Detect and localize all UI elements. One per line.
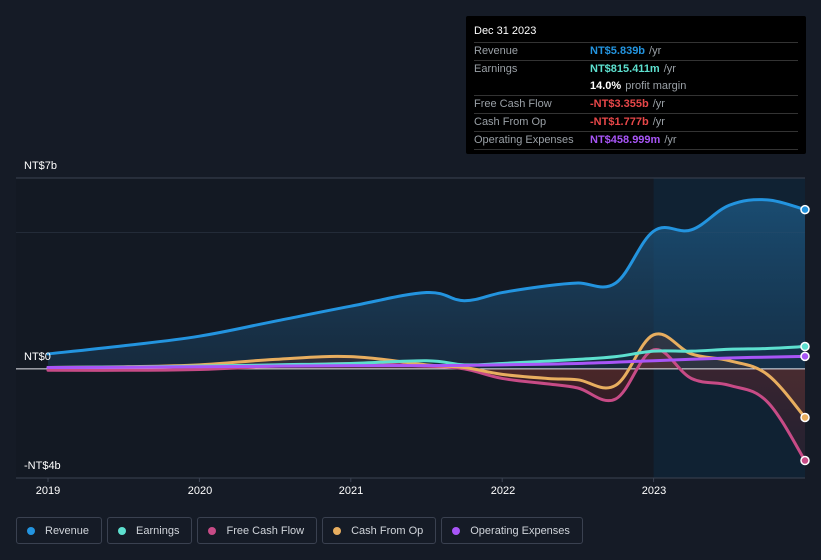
legend-label: Revenue [45, 524, 90, 537]
tooltip-label: Operating Expenses [474, 134, 574, 146]
tooltip-value: NT$815.411m [590, 63, 660, 75]
legend-item-revenue[interactable]: Revenue [16, 517, 103, 544]
tooltip: Dec 31 2023 Revenue NT$5.839b /yr Earnin… [466, 16, 806, 154]
tooltip-value: -NT$3.355b [590, 98, 649, 110]
tooltip-value: 14.0% [590, 80, 622, 92]
legend-label: Cash From Op [351, 524, 424, 537]
legend-dot-icon [452, 526, 461, 535]
tooltip-value: NT$5.839b [590, 45, 646, 57]
tooltip-label: Revenue [474, 45, 519, 57]
legend-dot-icon [118, 526, 127, 535]
legend-dot-icon [27, 526, 35, 535]
tooltip-row-cash-from-op: Cash From Op -NT$1.777b /yr [474, 114, 798, 132]
tooltip-value: NT$458.999m [590, 134, 661, 146]
tooltip-date: Dec 31 2023 [474, 24, 798, 43]
y-tick-label-bottom: -NT$4b [24, 460, 61, 472]
tooltip-unit: /yr [664, 134, 677, 146]
legend: Revenue Earnings Free Cash Flow Cash Fro… [16, 517, 583, 544]
tooltip-row-earnings: Earnings NT$815.411m /yr [474, 61, 798, 78]
tooltip-unit: /yr [652, 98, 665, 110]
legend-item-earnings[interactable]: Earnings [107, 517, 193, 544]
x-tick-label-2019: 2019 [35, 485, 61, 497]
legend-label: Operating Expenses [470, 524, 570, 537]
legend-label: Free Cash Flow [226, 524, 305, 537]
revenue-endpoint [800, 204, 810, 215]
tooltip-label [474, 78, 590, 95]
tooltip-unit: /yr [649, 45, 662, 57]
earnings-endpoint [800, 341, 810, 352]
tooltip-row-free-cash-flow: Free Cash Flow -NT$3.355b /yr [474, 96, 798, 114]
tooltip-value: -NT$1.777b [590, 116, 649, 128]
y-tick-label-zero: NT$0 [24, 351, 51, 363]
cash-from-op-endpoint [800, 412, 810, 423]
x-tick-label-2021: 2021 [338, 485, 364, 497]
tooltip-unit: profit margin [625, 80, 687, 92]
free-cash-flow-endpoint [800, 455, 810, 466]
legend-dot-icon [333, 526, 342, 535]
tooltip-label: Cash From Op [474, 116, 547, 128]
legend-item-free-cash-flow[interactable]: Free Cash Flow [197, 517, 318, 544]
legend-dot-icon [208, 526, 217, 535]
x-tick-label-2020: 2020 [187, 485, 213, 497]
operating-expenses-endpoint [800, 351, 810, 362]
x-tick-label-2023: 2023 [641, 485, 667, 497]
y-tick-label-top: NT$7b [24, 160, 58, 172]
x-tick-label-2022: 2022 [490, 485, 516, 497]
legend-item-operating-expenses[interactable]: Operating Expenses [441, 517, 583, 544]
tooltip-label: Free Cash Flow [474, 98, 552, 110]
legend-item-cash-from-op[interactable]: Cash From Op [322, 517, 437, 544]
tooltip-unit: /yr [663, 63, 676, 75]
tooltip-unit: /yr [652, 116, 665, 128]
tooltip-label: Earnings [474, 63, 518, 75]
tooltip-row-revenue: Revenue NT$5.839b /yr [474, 43, 798, 61]
tooltip-row-operating-expenses: Operating Expenses NT$458.999m /yr [474, 132, 798, 150]
tooltip-row-profit-margin: 14.0% profit margin [474, 78, 798, 96]
legend-label: Earnings [136, 524, 180, 537]
